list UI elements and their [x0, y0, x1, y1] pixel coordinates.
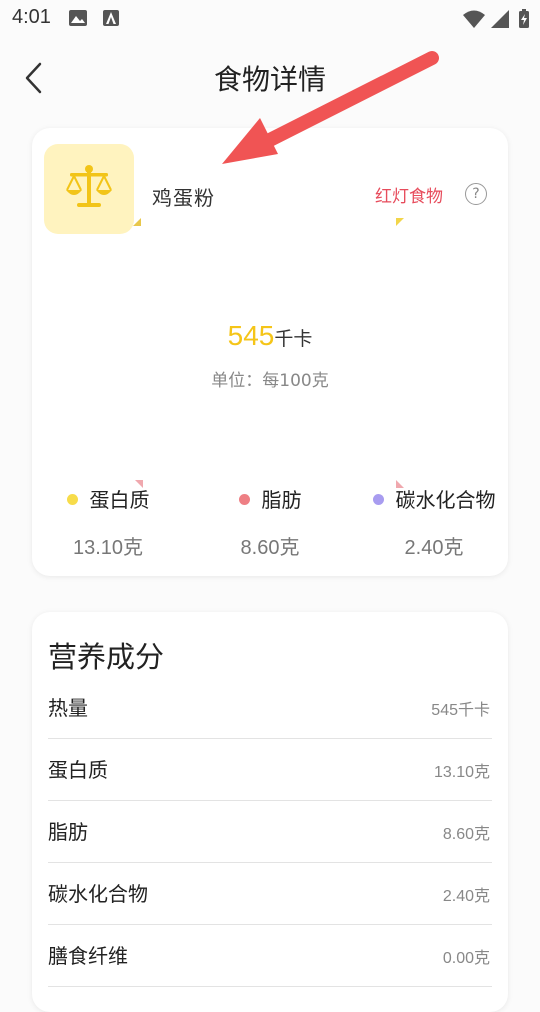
- status-time: 4:01: [12, 6, 51, 28]
- calorie-display: 545千卡: [32, 320, 508, 352]
- carbs-dot: [372, 494, 384, 505]
- food-summary-card: 鸡蛋粉 红灯食物 ? 545千卡 单位：每100克 蛋白质 13.10克 脂肪 …: [32, 128, 508, 576]
- help-icon[interactable]: ?: [465, 183, 487, 205]
- nutrition-value: 2.40克: [442, 888, 490, 905]
- fat-dot: [238, 494, 250, 505]
- nutrition-label: 膳食纤维: [48, 944, 128, 968]
- status-bar: 4:01: [0, 0, 540, 36]
- nutrition-row: 碳水化合物 2.40克: [48, 862, 492, 925]
- nutrition-label: 蛋白质: [48, 758, 108, 782]
- nutrition-label: 脂肪: [48, 820, 88, 844]
- nutrition-value: 8.60克: [442, 826, 490, 843]
- annotation-arrow-icon: [222, 51, 439, 164]
- nutrition-value: 545千卡: [431, 702, 490, 719]
- gallery-icon: [69, 10, 87, 26]
- macro-name: 蛋白质: [89, 488, 150, 512]
- nutrition-row: 蛋白质 13.10克: [48, 738, 492, 801]
- battery-icon: [519, 9, 529, 28]
- corner-marker: [396, 218, 404, 226]
- protein-dot: [66, 494, 78, 505]
- nutrition-row: 热量 545千卡: [48, 676, 492, 739]
- scale-icon: [66, 165, 112, 207]
- nutrition-title: 营养成分: [48, 640, 165, 674]
- calorie-value: 545: [227, 320, 275, 351]
- food-icon-box: [44, 144, 134, 234]
- calorie-unit: 千卡: [274, 328, 313, 350]
- nutrition-card: 营养成分 热量 545千卡 蛋白质 13.10克 脂肪 8.60克 碳水化合物 …: [32, 612, 508, 1012]
- corner-marker: [133, 218, 141, 226]
- macro-carbs: 碳水化合物 2.40克: [354, 484, 514, 560]
- nutrition-label: 热量: [48, 696, 88, 720]
- nutrition-label: 碳水化合物: [48, 882, 148, 906]
- wifi-icon: [463, 10, 485, 28]
- app-notification-icon: [103, 10, 119, 26]
- macro-fat: 脂肪 8.60克: [190, 484, 350, 560]
- macro-protein: 蛋白质 13.10克: [28, 484, 188, 560]
- cellular-signal-icon: [491, 10, 509, 28]
- macro-value: 8.60克: [240, 537, 300, 559]
- rating-label: 红灯食物: [375, 187, 443, 207]
- unit-note: 单位：每100克: [211, 371, 329, 391]
- macro-name: 脂肪: [261, 488, 302, 512]
- macro-value: 2.40克: [404, 537, 464, 559]
- macro-name: 碳水化合物: [395, 488, 496, 512]
- food-name: 鸡蛋粉: [152, 186, 215, 210]
- macro-value: 13.10克: [72, 537, 144, 559]
- nutrition-row: 脂肪 8.60克: [48, 800, 492, 863]
- nutrition-value: 13.10克: [433, 764, 490, 781]
- nutrition-value: 0.00克: [442, 950, 490, 967]
- nutrition-row: 膳食纤维 0.00克: [48, 924, 492, 987]
